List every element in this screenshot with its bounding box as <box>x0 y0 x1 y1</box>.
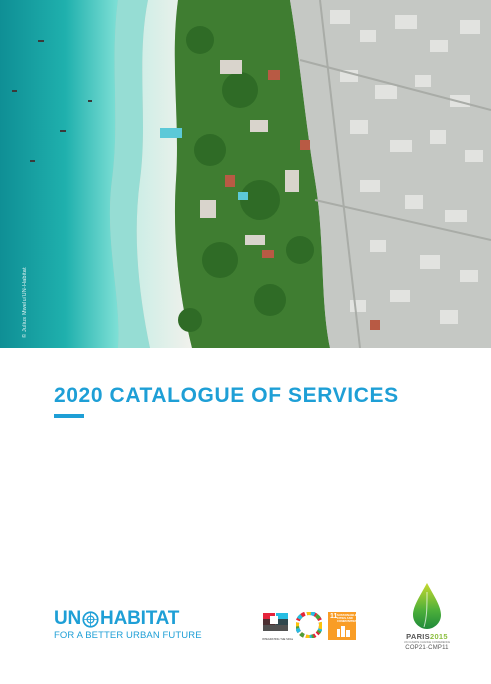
photo-credit: © Julius Mwelu/UN-Habitat <box>22 267 28 338</box>
paris-cop-label: COP21·CMP11 <box>405 645 449 651</box>
cover-page: © Julius Mwelu/UN-Habitat 2020 CATALOGUE… <box>0 0 491 684</box>
wordmark-habitat: HABITAT <box>100 608 180 629</box>
title-underline <box>54 414 84 418</box>
paris-wordmark: PARIS2015 <box>400 632 454 641</box>
paris-city: PARIS <box>406 632 430 641</box>
paris-year: 2015 <box>429 632 448 641</box>
integrating-sdgs-label: INTEGRATING THE SDGs <box>262 638 294 641</box>
aerial-coastline-image <box>0 0 491 348</box>
paris-2015-logo: PARIS2015 UN CLIMATE CHANGE CONFERENCE C… <box>400 582 454 651</box>
sdg-goal-label: SUSTAINABLE CITIES AND COMMUNITIES <box>337 613 357 623</box>
un-habitat-tagline: FOR A BETTER URBAN FUTURE <box>54 630 202 641</box>
integrating-sdgs-icon <box>263 613 288 631</box>
sdg-goal-11-logo: 11 SUSTAINABLE CITIES AND COMMUNITIES <box>328 612 357 640</box>
un-emblem-icon <box>82 610 99 628</box>
un-habitat-logo: UN HABITAT FOR A BETTER URBAN FUTURE <box>54 609 202 642</box>
sdg-wheel-icon <box>296 612 322 638</box>
aerial-photo: © Julius Mwelu/UN-Habitat <box>0 0 491 348</box>
un-habitat-wordmark: UN HABITAT <box>54 609 202 629</box>
paris-subtitle: UN CLIMATE CHANGE CONFERENCE <box>403 641 451 644</box>
sdg-logo-group: INTEGRATING THE SDGs 11 SUSTAINABLE CITI… <box>262 612 357 641</box>
page-title: 2020 CATALOGUE OF SERVICES <box>54 384 399 407</box>
leaf-drop-icon <box>413 583 441 629</box>
wordmark-un: UN <box>54 608 82 629</box>
integrating-sdgs-logo: INTEGRATING THE SDGs <box>262 612 294 641</box>
city-icon <box>337 626 350 637</box>
